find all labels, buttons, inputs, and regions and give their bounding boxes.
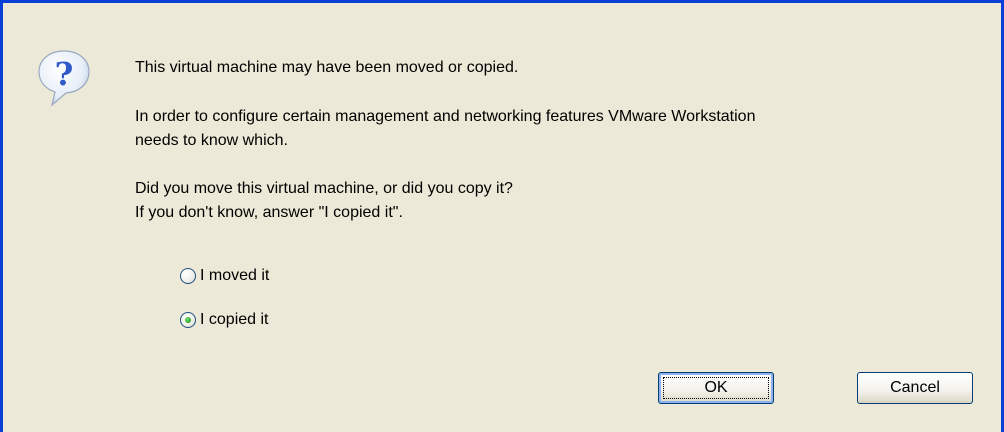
cancel-button-label: Cancel <box>890 379 940 396</box>
dialog-window: ? This virtual machine may have been mov… <box>0 0 1004 432</box>
message-line-2: needs to know which. <box>135 132 288 149</box>
svg-text:?: ? <box>55 55 74 93</box>
radio-option-copied[interactable]: I copied it <box>180 309 268 331</box>
ok-button[interactable]: OK <box>658 372 774 404</box>
window-frame-top <box>0 0 1004 3</box>
radio-label-moved: I moved it <box>200 267 270 284</box>
question-icon: ? <box>35 47 93 109</box>
radio-label-copied: I copied it <box>200 311 269 328</box>
cancel-button[interactable]: Cancel <box>857 372 973 404</box>
radio-button-copied[interactable] <box>180 312 196 328</box>
question-line-1: Did you move this virtual machine, or di… <box>135 180 513 197</box>
radio-option-moved[interactable]: I moved it <box>180 265 269 287</box>
radio-button-moved[interactable] <box>180 268 196 284</box>
question-line-2: If you don't know, answer "I copied it". <box>135 204 403 221</box>
message-title: This virtual machine may have been moved… <box>135 59 519 76</box>
message-line-1: In order to configure certain management… <box>135 108 756 125</box>
ok-button-label: OK <box>704 379 728 396</box>
window-frame-left <box>0 0 3 432</box>
